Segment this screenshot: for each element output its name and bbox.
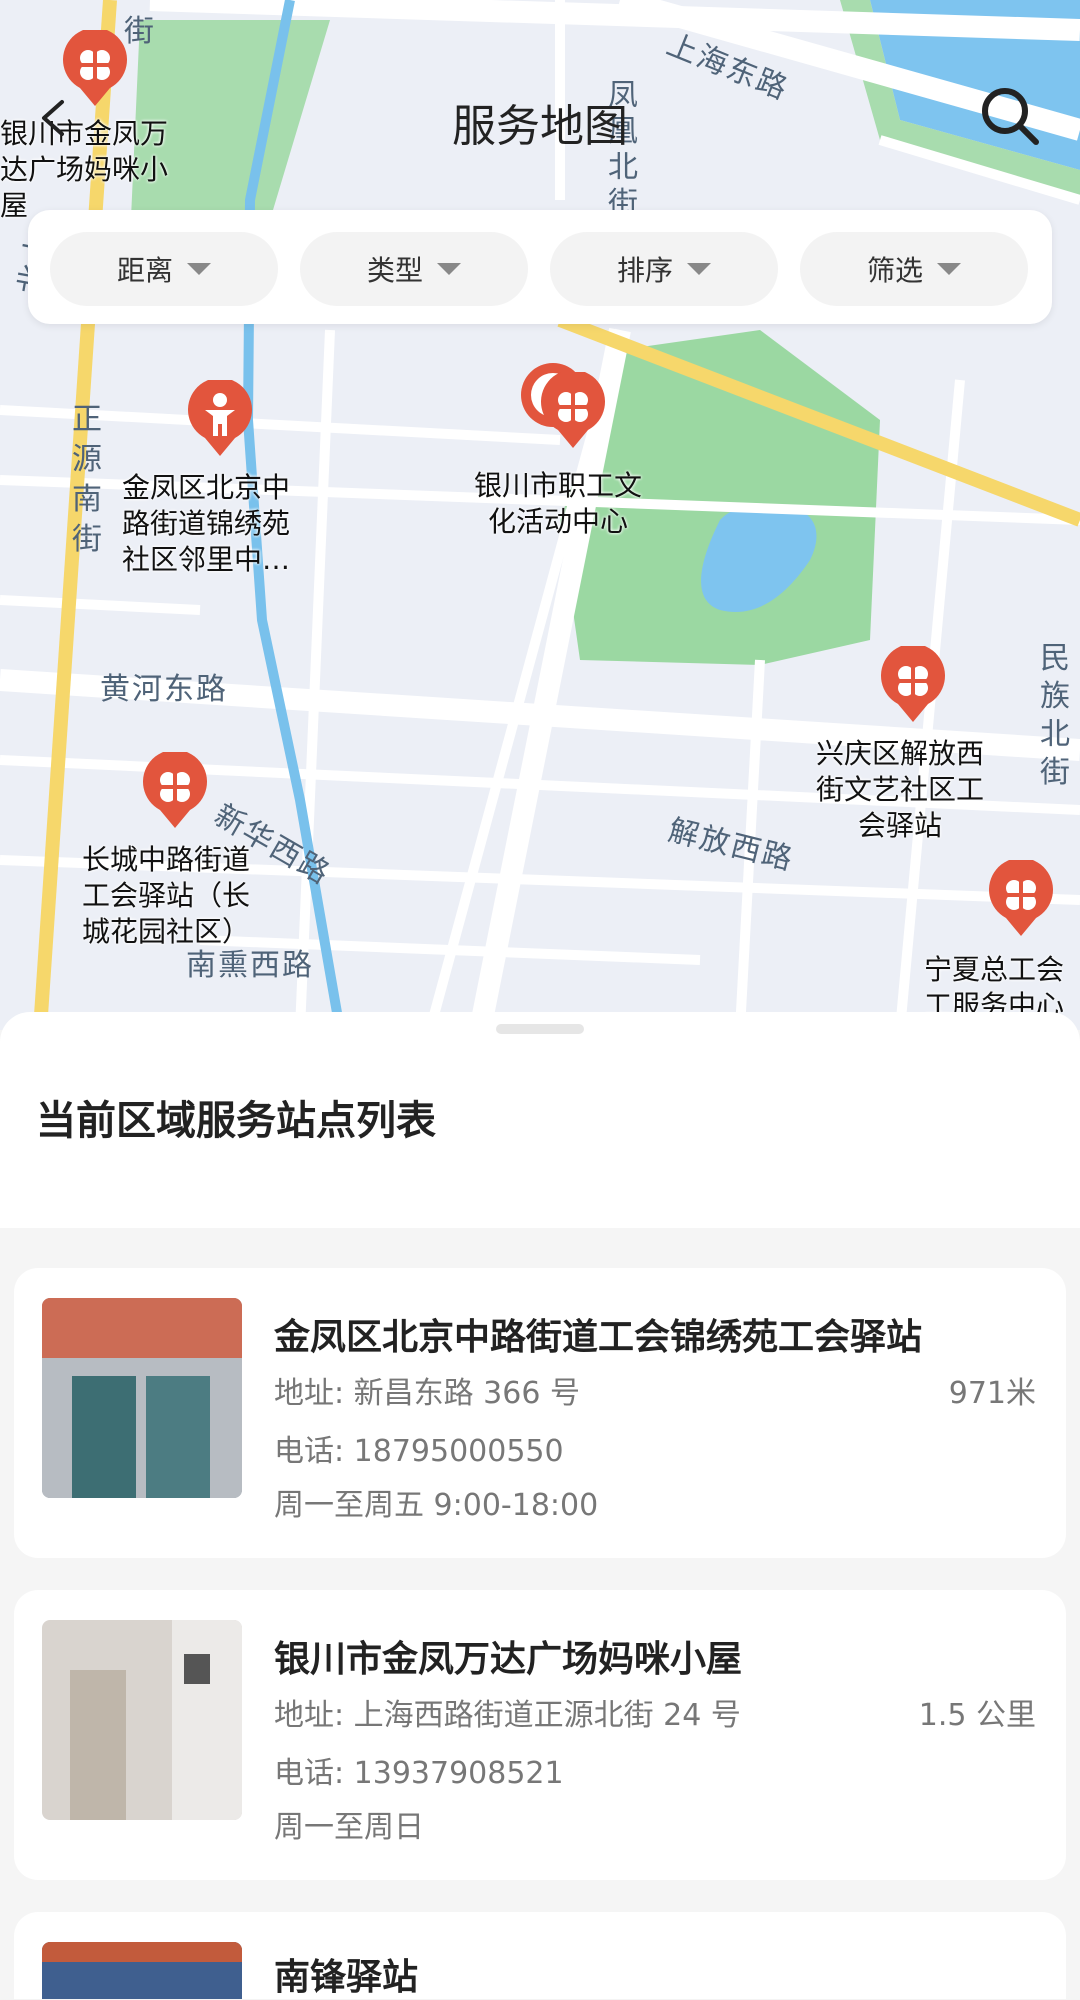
- station-hours: 周一至周日: [274, 1810, 424, 1845]
- filter-label: 筛选: [866, 254, 923, 287]
- clover-marker-icon[interactable]: [538, 372, 608, 452]
- station-name: 南锋驿站: [274, 1957, 419, 1998]
- clover-marker-icon[interactable]: [140, 752, 210, 832]
- station-distance: 971米: [948, 1376, 1036, 1411]
- station-card[interactable]: 南锋驿站: [14, 1912, 1066, 1999]
- poi-label[interactable]: 兴庆区解放西 街文艺社区工 会驿站: [816, 736, 984, 844]
- filter-type-dropdown[interactable]: 类型: [300, 232, 528, 306]
- filter-screen-dropdown[interactable]: 筛选: [800, 232, 1028, 306]
- filter-label: 距离: [116, 254, 173, 287]
- dropdown-arrow-icon: [937, 263, 961, 275]
- clover-marker-icon[interactable]: [986, 860, 1056, 940]
- clover-marker-icon[interactable]: [878, 646, 948, 726]
- station-card[interactable]: 银川市金凤万达广场妈咪小屋 地址: 上海西路街道正源北街 24 号 1.5 公里…: [14, 1590, 1066, 1880]
- person-marker-icon[interactable]: [185, 380, 255, 460]
- sheet-drag-handle[interactable]: [496, 1024, 584, 1034]
- dropdown-arrow-icon: [187, 263, 211, 275]
- road-label: 黄河东路: [100, 672, 228, 707]
- road-label: 民族北街: [1040, 641, 1072, 790]
- station-address: 地址: 新昌东路 366 号: [274, 1376, 580, 1411]
- filter-sort-dropdown[interactable]: 排序: [550, 232, 778, 306]
- station-card[interactable]: 金凤区北京中路街道工会锦绣苑工会驿站 地址: 新昌东路 366 号 971米 电…: [14, 1268, 1066, 1558]
- station-name: 金凤区北京中路街道工会锦绣苑工会驿站: [274, 1317, 923, 1358]
- dropdown-arrow-icon: [437, 263, 461, 275]
- page-title: 服务地图: [452, 101, 628, 152]
- dropdown-arrow-icon: [687, 263, 711, 275]
- station-photo: [42, 1298, 242, 1498]
- station-phone[interactable]: 电话: 13937908521: [274, 1748, 564, 1792]
- search-icon[interactable]: [978, 84, 1042, 148]
- station-name: 银川市金凤万达广场妈咪小屋: [274, 1639, 743, 1680]
- station-photo: [42, 1620, 242, 1820]
- station-address: 地址: 上海西路街道正源北街 24 号: [274, 1698, 741, 1733]
- filter-distance-dropdown[interactable]: 距离: [50, 232, 278, 306]
- filter-bar: 距离 类型 排序 筛选: [28, 210, 1052, 324]
- poi-label[interactable]: 长城中路街道 工会驿站（长 城花园社区）: [82, 842, 250, 950]
- poi-label[interactable]: 银川市职工文 化活动中心: [474, 468, 642, 540]
- filter-label: 排序: [616, 254, 673, 287]
- poi-label[interactable]: 金凤区北京中 路街道锦绣苑 社区邻里中…: [122, 470, 290, 578]
- station-phone[interactable]: 电话: 18795000550: [274, 1426, 564, 1470]
- filter-label: 类型: [366, 254, 423, 287]
- station-photo: [42, 1942, 242, 1999]
- road-label: 正源南街: [72, 402, 104, 557]
- list-title: 当前区域服务站点列表: [36, 1098, 436, 1144]
- service-map[interactable]: 上海东路 黄河东路 新华西路 解放西路 南熏西路 凤凰北街 正源南街 民族北街 …: [0, 0, 1080, 1030]
- station-hours: 周一至周五 9:00-18:00: [274, 1488, 599, 1523]
- station-distance: 1.5 公里: [918, 1698, 1036, 1733]
